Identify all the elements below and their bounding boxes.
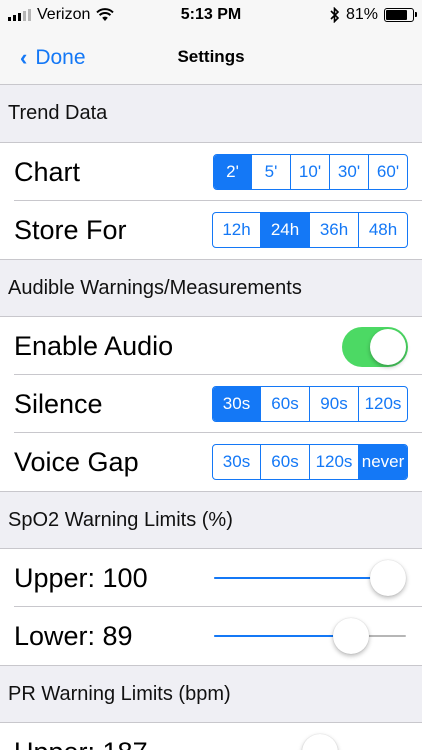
row-pr-upper: Upper: 187 [0,723,422,750]
segment-option[interactable]: 36h [310,213,359,247]
chart-duration-segmented: 2' 5' 10' 30' 60' [213,154,408,190]
silence-duration-segmented: 30s 60s 90s 120s [212,386,408,422]
section-header-pr: PR Warning Limits (bpm) [0,665,422,723]
row-label: Lower: 89 [14,620,133,651]
segment-option[interactable]: 60' [369,155,407,189]
spo2-upper-slider[interactable] [214,549,406,607]
segment-option[interactable]: 30s [213,387,261,421]
row-enable-audio: Enable Audio [0,317,422,375]
row-label: Store For [14,214,127,245]
section-header-label: Trend Data [8,102,108,124]
segment-option[interactable]: 30s [213,445,261,479]
segment-option[interactable]: 60s [261,445,310,479]
row-label: Silence [14,388,103,419]
row-label: Upper: 187 [14,737,148,750]
voice-gap-segmented: 30s 60s 120s never [212,444,408,480]
row-voice-gap: Voice Gap 30s 60s 120s never [0,433,422,491]
status-right: 81% [330,6,417,24]
segment-option[interactable]: 2' [214,155,252,189]
slider-track-fill [214,635,352,637]
segment-option[interactable]: never [359,445,407,479]
done-button[interactable]: ‹ Done [20,30,86,85]
carrier-name: Verizon [37,6,91,23]
slider-thumb[interactable] [302,734,339,750]
row-spo2-lower: Lower: 89 [0,607,422,665]
chevron-left-icon: ‹ [20,44,28,70]
row-spo2-upper: Upper: 100 [0,549,422,607]
section-header-spo2: SpO2 Warning Limits (%) [0,491,422,549]
segment-option[interactable]: 10' [291,155,330,189]
segment-option[interactable]: 24h [261,213,310,247]
segment-option[interactable]: 60s [261,387,310,421]
navigation-bar: ‹ Done Settings [0,30,422,85]
section-header-audible: Audible Warnings/Measurements [0,259,422,317]
segment-option[interactable]: 5' [252,155,291,189]
battery-icon [384,8,417,22]
row-chart: Chart 2' 5' 10' 30' 60' [0,143,422,201]
pr-upper-slider[interactable] [214,723,406,750]
segment-option[interactable]: 30' [330,155,369,189]
toggle-knob [370,329,406,365]
slider-thumb[interactable] [333,618,370,654]
section-header-label: PR Warning Limits (bpm) [8,682,231,705]
section-header-label: Audible Warnings/Measurements [8,276,302,299]
row-label: Upper: 100 [14,562,148,593]
segment-option[interactable]: 12h [213,213,261,247]
segment-option[interactable]: 120s [310,445,359,479]
segment-option[interactable]: 48h [359,213,407,247]
done-label: Done [35,45,86,69]
bluetooth-icon [330,7,340,23]
row-label: Voice Gap [14,446,139,477]
status-bar: Verizon 5:13 PM 81% [0,0,422,30]
slider-thumb[interactable] [370,560,406,596]
row-label: Enable Audio [14,330,174,361]
section-header-label: SpO2 Warning Limits (%) [8,508,233,531]
store-duration-segmented: 12h 24h 36h 48h [212,212,408,248]
segment-option[interactable]: 90s [310,387,359,421]
enable-audio-toggle[interactable] [342,327,408,367]
section-header-trend-data: Trend Data [0,85,422,143]
battery-percent: 81% [345,6,378,23]
segment-option[interactable]: 120s [359,387,407,421]
signal-icon [8,9,31,21]
wifi-icon [96,8,115,21]
row-silence: Silence 30s 60s 90s 120s [0,375,422,433]
slider-track-fill [214,577,388,579]
battery-fill [386,10,408,20]
page-title: Settings [177,47,245,66]
row-store-for: Store For 12h 24h 36h 48h [0,201,422,259]
spo2-lower-slider[interactable] [214,607,406,665]
status-left: Verizon [8,6,115,24]
row-label: Chart [14,156,81,187]
